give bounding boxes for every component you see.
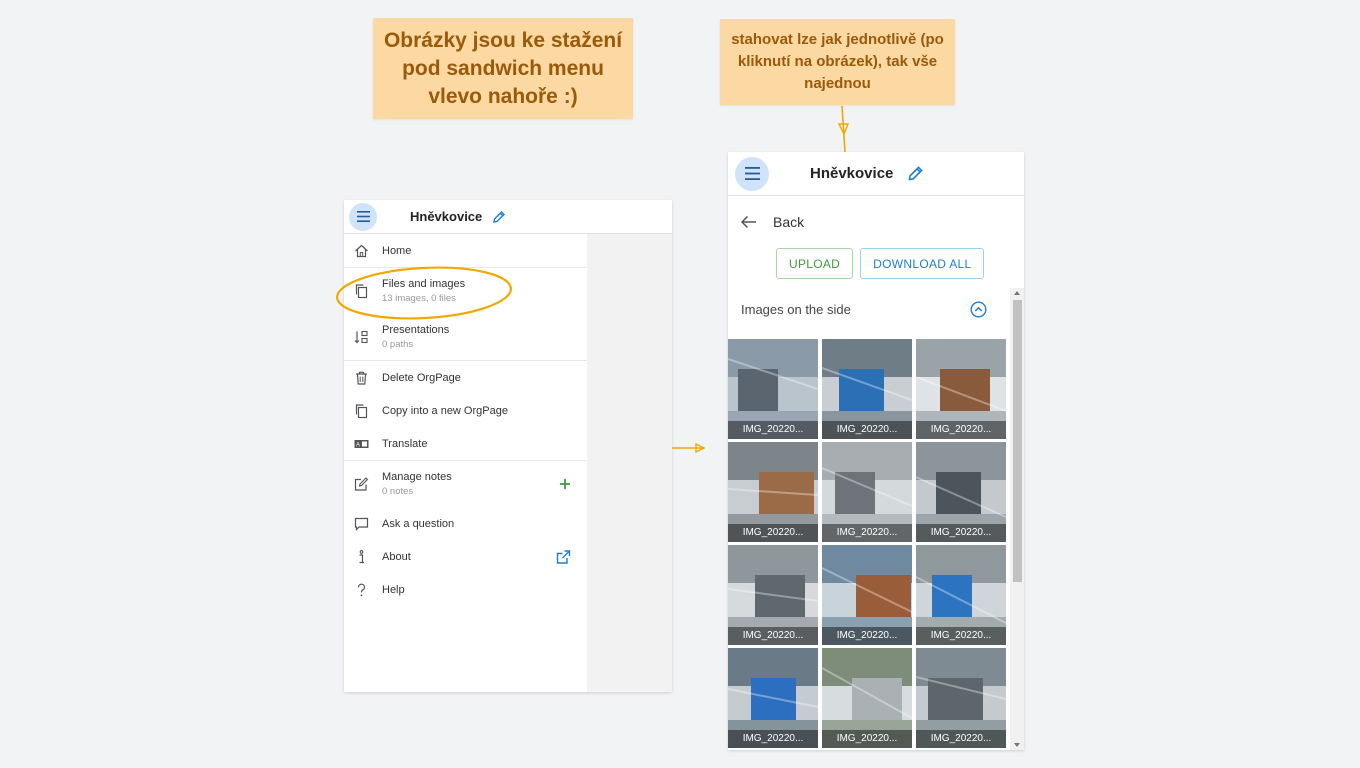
menu-item-delete-orgpage[interactable]: Delete OrgPage bbox=[344, 361, 587, 394]
image-filename: IMG_20220... bbox=[822, 421, 912, 439]
menu-item-files-sub: 13 images, 0 files bbox=[382, 293, 456, 304]
arrow-to-files-head-icon bbox=[695, 442, 706, 454]
menu-item-presentations-sub: 0 paths bbox=[382, 339, 414, 350]
image-thumbnail[interactable]: IMG_20220... bbox=[916, 339, 1006, 439]
image-filename: IMG_20220... bbox=[916, 627, 1006, 645]
scroll-up-arrow-icon[interactable] bbox=[1014, 291, 1020, 295]
images-section-header[interactable]: Images on the side bbox=[728, 284, 1024, 334]
image-thumbnail[interactable]: IMG_20220... bbox=[728, 442, 818, 542]
hamburger-menu-button-files[interactable] bbox=[735, 156, 769, 191]
files-images-panel: Hněvkovice Back UPLOAD DOWNLOAD ALL Imag… bbox=[728, 152, 1024, 750]
home-icon bbox=[355, 244, 368, 257]
orgpage-logo-icon bbox=[385, 207, 403, 226]
scrollbar[interactable] bbox=[1010, 288, 1024, 750]
annotation-note-right: stahovat lze jak jednotlivě (po kliknutí… bbox=[720, 19, 955, 105]
image-filename: IMG_20220... bbox=[728, 524, 818, 542]
image-thumbnail[interactable]: IMG_20220... bbox=[728, 545, 818, 645]
trash-icon bbox=[356, 371, 367, 385]
scroll-down-arrow-icon[interactable] bbox=[1014, 743, 1020, 747]
menu-item-files-and-images[interactable]: Files and images 13 images, 0 files bbox=[344, 268, 587, 314]
arrow-left-icon bbox=[740, 215, 756, 229]
translate-icon: A bbox=[354, 439, 369, 448]
upload-button[interactable]: UPLOAD bbox=[776, 248, 854, 279]
orgpage-logo-icon bbox=[777, 161, 801, 186]
image-filename: IMG_20220... bbox=[728, 421, 818, 439]
menu-item-manage-notes[interactable]: Manage notes 0 notes bbox=[344, 461, 587, 507]
help-icon bbox=[357, 583, 366, 596]
side-menu-panel: Hněvkovice Home Files and images 13 imag… bbox=[344, 200, 672, 692]
annotation-overlay bbox=[336, 105, 850, 454]
image-thumbnail[interactable]: IMG_20220... bbox=[822, 442, 912, 542]
image-thumbnail[interactable]: IMG_20220... bbox=[822, 545, 912, 645]
edit-pencil-icon[interactable] bbox=[907, 165, 924, 182]
files-copy-icon bbox=[355, 284, 368, 299]
menu-item-translate[interactable]: A Translate bbox=[344, 427, 587, 460]
image-filename: IMG_20220... bbox=[822, 730, 912, 748]
menu-item-ask-question[interactable]: Ask a question bbox=[344, 507, 587, 540]
menu-item-copy-label: Copy into a new OrgPage bbox=[382, 404, 508, 417]
menu-item-home[interactable]: Home bbox=[344, 234, 587, 267]
menu-item-help-label: Help bbox=[382, 583, 405, 596]
image-thumbnail[interactable]: IMG_20220... bbox=[822, 339, 912, 439]
presentations-sort-icon bbox=[354, 330, 368, 344]
menu-item-notes-sub: 0 notes bbox=[382, 486, 414, 497]
app-header-files: Hněvkovice bbox=[728, 152, 1024, 196]
menu-list: Home Files and images 13 images, 0 files… bbox=[344, 234, 587, 692]
image-thumbnail[interactable]: IMG_20220... bbox=[916, 648, 1006, 748]
images-section-title: Images on the side bbox=[741, 301, 851, 317]
menu-item-presentations[interactable]: Presentations 0 paths bbox=[344, 314, 587, 360]
menu-item-files-label: Files and images bbox=[382, 278, 466, 290]
app-title-files: Hněvkovice bbox=[810, 165, 894, 182]
app-title: Hněvkovice bbox=[410, 209, 483, 224]
menu-item-about[interactable]: About bbox=[344, 540, 587, 573]
image-filename: IMG_20220... bbox=[728, 730, 818, 748]
image-thumbnail[interactable]: IMG_20220... bbox=[916, 442, 1006, 542]
app-header: Hněvkovice bbox=[344, 200, 672, 234]
image-filename: IMG_20220... bbox=[916, 730, 1006, 748]
image-thumbnail[interactable]: IMG_20220... bbox=[916, 545, 1006, 645]
hamburger-menu-button[interactable] bbox=[349, 202, 377, 231]
back-button[interactable]: Back bbox=[728, 196, 1024, 248]
copy-icon bbox=[355, 403, 368, 418]
annotation-note-left: Obrázky jsou ke stažení pod sandwich men… bbox=[373, 18, 633, 119]
image-filename: IMG_20220... bbox=[916, 524, 1006, 542]
chevron-up-circle-icon[interactable] bbox=[970, 301, 987, 318]
file-actions: UPLOAD DOWNLOAD ALL bbox=[728, 248, 1024, 284]
menu-item-about-label: About bbox=[382, 550, 411, 563]
menu-item-copy-orgpage[interactable]: Copy into a new OrgPage bbox=[344, 394, 587, 427]
menu-item-presentations-label: Presentations bbox=[382, 324, 450, 336]
menu-item-notes-label: Manage notes bbox=[382, 471, 452, 483]
menu-item-help[interactable]: Help bbox=[344, 573, 587, 606]
content-backdrop bbox=[587, 234, 672, 692]
arrow-down-head-icon bbox=[837, 123, 850, 136]
image-filename: IMG_20220... bbox=[822, 627, 912, 645]
image-thumbnail[interactable]: IMG_20220... bbox=[822, 648, 912, 748]
arrow-down-line bbox=[841, 105, 846, 153]
image-filename: IMG_20220... bbox=[728, 627, 818, 645]
menu-item-translate-label: Translate bbox=[382, 437, 428, 450]
add-note-plus-icon[interactable] bbox=[559, 478, 571, 490]
image-thumbnail[interactable]: IMG_20220... bbox=[728, 648, 818, 748]
external-link-icon[interactable] bbox=[556, 549, 571, 564]
menu-item-home-label: Home bbox=[382, 244, 412, 257]
hamburger-icon bbox=[356, 211, 370, 222]
image-grid: IMG_20220... IMG_20220... IMG_20220... IMG_… bbox=[728, 339, 1006, 748]
edit-pencil-icon[interactable] bbox=[492, 210, 506, 224]
scrollbar-thumb[interactable] bbox=[1013, 300, 1022, 582]
download-all-button[interactable]: DOWNLOAD ALL bbox=[860, 248, 985, 279]
info-icon bbox=[359, 549, 364, 563]
menu-item-delete-label: Delete OrgPage bbox=[382, 371, 461, 384]
image-thumbnail[interactable]: IMG_20220... bbox=[728, 339, 818, 439]
svg-text:A: A bbox=[356, 442, 360, 448]
image-filename: IMG_20220... bbox=[822, 524, 912, 542]
image-filename: IMG_20220... bbox=[916, 421, 1006, 439]
back-label: Back bbox=[773, 214, 805, 230]
hamburger-icon bbox=[744, 167, 760, 180]
chat-bubble-icon bbox=[354, 517, 369, 531]
menu-item-ask-label: Ask a question bbox=[382, 517, 455, 530]
edit-note-icon bbox=[354, 477, 369, 491]
